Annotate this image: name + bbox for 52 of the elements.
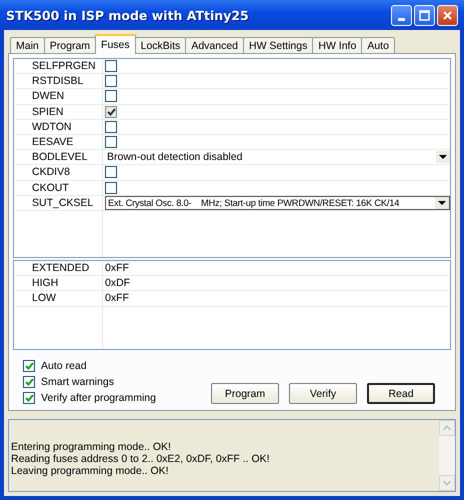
minimize-icon xyxy=(398,18,405,20)
log-line: Leaving programming mode.. OK! xyxy=(11,464,170,476)
tab[interactable]: Advanced xyxy=(185,37,244,54)
checkbox[interactable] xyxy=(105,182,117,194)
tab[interactable]: HW Settings xyxy=(243,37,314,54)
fuse-name: CKOUT xyxy=(14,180,102,196)
action-button[interactable]: Read xyxy=(367,383,435,404)
register-name: LOW xyxy=(14,291,102,307)
window-title: STK500 in ISP mode with ATtiny25 xyxy=(6,8,249,22)
fuse-name: SPIEN xyxy=(14,104,102,120)
tab[interactable]: Auto xyxy=(361,37,395,54)
close-button[interactable] xyxy=(437,4,458,26)
fuse-name: SUT_CKSEL xyxy=(14,196,102,211)
fuse-name: WDTON xyxy=(14,120,102,135)
log-line: Entering programming mode.. OK! xyxy=(11,440,172,452)
close-icon xyxy=(442,10,453,20)
checkbox[interactable] xyxy=(23,360,35,372)
maximize-button[interactable] xyxy=(414,4,435,26)
register-value: 0xFF xyxy=(105,262,129,274)
tab[interactable]: Program xyxy=(44,37,96,54)
maximize-icon xyxy=(419,10,430,20)
fuse-name: BODLEVEL xyxy=(14,150,102,166)
checkbox[interactable] xyxy=(105,60,117,72)
fuse-name: SELFPRGEN xyxy=(14,59,102,74)
minimize-button[interactable] xyxy=(391,4,412,26)
register-name: EXTENDED xyxy=(14,261,102,276)
checkbox[interactable] xyxy=(105,90,117,102)
fuse-name: CKDIV8 xyxy=(14,165,102,180)
option-label: Smart warnings xyxy=(41,376,114,388)
checkbox[interactable] xyxy=(105,166,117,178)
option-label: Verify after programming xyxy=(41,392,156,404)
tab[interactable]: HW Info xyxy=(312,37,362,54)
action-button[interactable]: Verify xyxy=(289,383,357,404)
register-value: 0xFF xyxy=(105,292,129,304)
action-button[interactable]: Program xyxy=(211,383,279,404)
fuse-name: DWEN xyxy=(14,89,102,105)
checkbox[interactable] xyxy=(23,376,35,388)
register-name: HIGH xyxy=(14,276,102,292)
fuse-dropdown[interactable]: Brown-out detection disabled xyxy=(105,150,450,164)
register-value: 0xDF xyxy=(105,277,130,290)
fuse-name: RSTDISBL xyxy=(14,74,102,90)
log-line: Reading fuses address 0 to 2.. 0xE2, 0xDF, 0xFF .. OK! xyxy=(11,452,271,464)
option-label: Auto read xyxy=(41,360,87,372)
checkbox[interactable] xyxy=(105,75,117,88)
checkbox[interactable] xyxy=(105,106,117,118)
fuse-name: EESAVE xyxy=(14,134,102,150)
checkbox[interactable] xyxy=(23,392,35,404)
checkbox[interactable] xyxy=(105,120,117,133)
fuse-dropdown[interactable]: Ext. Crystal Osc. 8.0- MHz; Start-up time PWRDWN/RESET: 16K CK/14 xyxy=(105,196,450,210)
tab[interactable]: Fuses xyxy=(95,34,136,54)
tab[interactable]: Main xyxy=(10,37,45,54)
checkbox[interactable] xyxy=(105,136,117,148)
